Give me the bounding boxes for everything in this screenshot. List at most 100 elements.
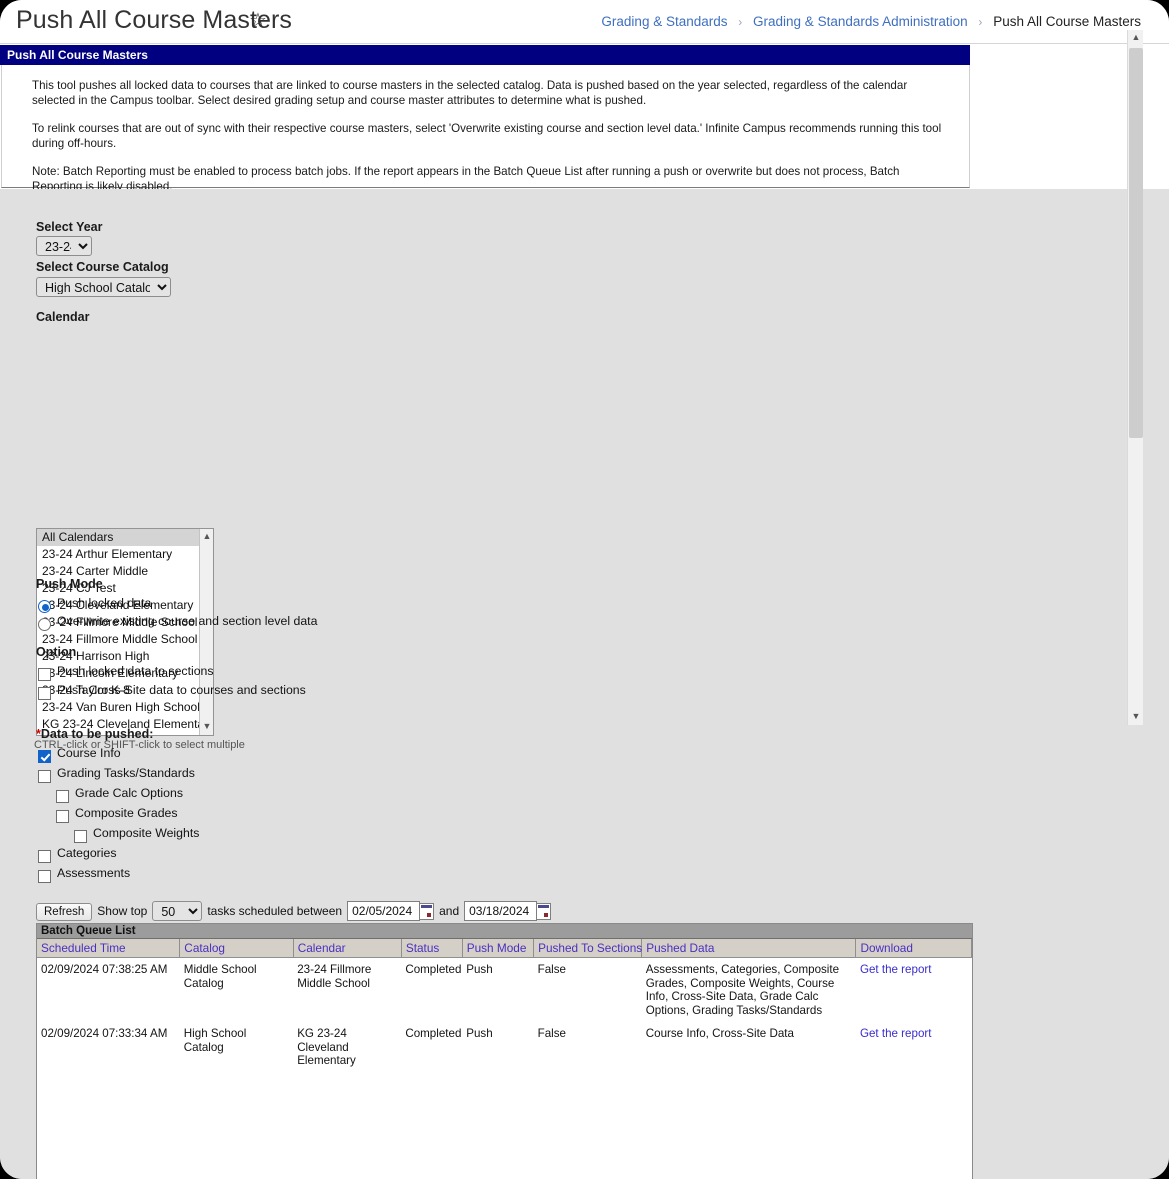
breadcrumb-separator-icon: ›	[738, 15, 743, 29]
chevron-down-icon[interactable]: ▼	[200, 720, 213, 734]
date-to-input[interactable]	[464, 901, 538, 922]
option-push-cross-site-data[interactable]: Push Cross-Site data to courses and sect…	[38, 683, 306, 701]
scrollbar-thumb[interactable]	[1129, 48, 1143, 438]
cell-pushed-to-sections: False	[537, 1027, 566, 1040]
get-the-report-link[interactable]: Get the report	[860, 963, 932, 976]
description-paragraph-2: To relink courses that are out of sync w…	[32, 122, 942, 150]
chevron-down-icon[interactable]: ▼	[1128, 709, 1144, 725]
checkbox-composite-weights[interactable]	[74, 830, 87, 844]
chevron-up-icon[interactable]: ▲	[1128, 30, 1144, 46]
batch-queue-column-header[interactable]: Pushed Data	[641, 939, 857, 958]
calendar-option[interactable]: 23-24 Arthur Elementary	[37, 546, 200, 563]
section-title-bar: Push All Course Masters	[0, 45, 970, 65]
tool-form-area: Select Year 23-24 Select Course Catalog …	[0, 189, 1169, 1179]
data-push-item-label: Categories	[57, 846, 117, 860]
batch-queue-list: Batch Queue List Scheduled Time Catalog Ca…	[36, 923, 973, 1179]
data-push-item-label: Assessments	[57, 866, 131, 880]
tool-description-panel: This tool pushes all locked data to cour…	[1, 65, 970, 193]
data-push-item[interactable]: Grading Tasks/Standards	[38, 766, 195, 784]
app-header: Push All Course Masters ☆ Grading & Stan…	[0, 0, 1169, 44]
batch-queue-column-header[interactable]: Status	[401, 939, 463, 958]
option-label-text: Push locked data to sections	[57, 664, 214, 678]
calendar-option[interactable]: 23-24 Van Buren High School	[37, 699, 200, 716]
calendar-icon[interactable]	[419, 902, 435, 920]
select-year-dropdown[interactable]: 23-24	[36, 236, 92, 256]
cell-download[interactable]: Get the report	[856, 958, 972, 1023]
push-mode-option-label: Overwrite existing course and section le…	[57, 614, 318, 628]
push-mode-option-label: Push locked data	[57, 596, 152, 610]
data-push-item[interactable]: Assessments	[38, 866, 131, 884]
cell-push-mode: Push	[466, 963, 493, 976]
star-icon[interactable]: ☆	[249, 11, 267, 31]
batch-queue-column-header[interactable]: Calendar	[293, 939, 402, 958]
cell-catalog: High School Catalog	[183, 1027, 247, 1054]
calendar-multiselect[interactable]: All Calendars 23-24 Arthur Elementary 23-2…	[36, 528, 214, 736]
push-mode-label: Push Mode	[36, 577, 103, 591]
cell-calendar: KG 23-24 Cleveland Elementary	[297, 1027, 356, 1067]
option-push-locked-data-to-sections[interactable]: Push locked data to sections	[38, 664, 214, 682]
chevron-up-icon[interactable]: ▲	[200, 530, 213, 544]
batch-queue-header-row: Scheduled Time Catalog Calendar Status Push …	[37, 939, 972, 958]
push-mode-option-push-locked-data[interactable]: Push locked data	[38, 596, 152, 614]
cell-calendar: 23-24 Fillmore Middle School	[297, 963, 372, 990]
batch-queue-column-header[interactable]: Scheduled Time	[37, 939, 181, 958]
show-top-label: Show top	[97, 904, 148, 919]
breadcrumb-item-grading-standards-administration[interactable]: Grading & Standards Administration	[753, 14, 968, 29]
checkbox-composite-grades[interactable]	[56, 810, 69, 824]
checkbox-grade-calc-options[interactable]	[56, 790, 69, 804]
cell-scheduled-time: 02/09/2024 07:38:25 AM	[41, 963, 168, 976]
data-push-item-label: Course Info	[57, 746, 121, 760]
data-push-item[interactable]: Composite Weights	[74, 826, 199, 844]
data-push-item-label: Grading Tasks/Standards	[57, 766, 195, 780]
cell-status: Completed	[405, 1027, 462, 1040]
breadcrumb-item-grading-standards[interactable]: Grading & Standards	[601, 14, 727, 29]
cell-download[interactable]: Get the report	[856, 1022, 972, 1073]
calendar-scrollbar[interactable]: ▲ ▼	[199, 529, 213, 735]
breadcrumb: Grading & Standards › Grading & Standard…	[601, 14, 1141, 29]
select-course-catalog-label: Select Course Catalog	[36, 260, 169, 274]
batch-queue-table: Scheduled Time Catalog Calendar Status Push …	[37, 939, 972, 1073]
radio-overwrite-existing[interactable]	[38, 618, 51, 632]
data-push-item[interactable]: Composite Grades	[56, 806, 178, 824]
get-the-report-link[interactable]: Get the report	[860, 1027, 932, 1040]
cell-catalog: Middle School Catalog	[183, 963, 257, 990]
batch-queue-column-header[interactable]: Push Mode	[462, 939, 535, 958]
radio-push-locked-data[interactable]	[38, 600, 51, 614]
data-push-item[interactable]: Categories	[38, 846, 117, 864]
checkbox-categories[interactable]	[38, 850, 51, 864]
checkbox-course-info[interactable]	[38, 750, 51, 764]
cell-status: Completed	[405, 963, 462, 976]
checkbox-push-locked-data-to-sections[interactable]	[38, 668, 51, 682]
data-push-item-label: Composite Grades	[75, 806, 178, 820]
data-push-item[interactable]: Course Info	[38, 746, 121, 764]
cell-pushed-data: Assessments, Categories, Composite Grade…	[645, 963, 840, 1017]
push-mode-option-overwrite[interactable]: Overwrite existing course and section le…	[38, 614, 318, 632]
breadcrumb-separator-icon: ›	[978, 15, 983, 29]
checkbox-grading-tasks-standards[interactable]	[38, 770, 51, 784]
show-top-dropdown[interactable]: 50	[152, 901, 203, 921]
refresh-button[interactable]: Refresh	[36, 903, 93, 922]
breadcrumb-item-current: Push All Course Masters	[993, 14, 1141, 29]
batch-queue-column-header[interactable]: Catalog	[179, 939, 294, 958]
calendar-icon[interactable]	[536, 902, 552, 920]
cell-push-mode: Push	[466, 1027, 493, 1040]
page-scrollbar[interactable]: ▲ ▼	[1127, 30, 1143, 725]
calendar-option[interactable]: All Calendars	[37, 529, 200, 546]
batch-queue-column-header[interactable]: Pushed To Sections	[533, 939, 643, 958]
calendar-label: Calendar	[36, 310, 90, 324]
data-to-be-pushed-label: *Data to be pushed:	[36, 727, 153, 741]
batch-queue-column-header[interactable]: Download	[855, 939, 972, 958]
table-row: 02/09/2024 07:38:25 AM Middle School Cata…	[37, 958, 972, 1023]
checkbox-assessments[interactable]	[38, 870, 51, 884]
table-row: 02/09/2024 07:33:34 AM High School Catalo…	[37, 1022, 972, 1073]
cell-pushed-data: Course Info, Cross-Site Data	[645, 1027, 794, 1040]
select-year-label: Select Year	[36, 220, 103, 234]
cell-scheduled-time: 02/09/2024 07:33:34 AM	[41, 1027, 168, 1040]
data-push-item[interactable]: Grade Calc Options	[56, 786, 183, 804]
cell-pushed-to-sections: False	[537, 963, 566, 976]
batch-queue-caption: Batch Queue List	[37, 924, 972, 939]
checkbox-push-cross-site-data[interactable]	[38, 687, 51, 701]
data-to-be-pushed-text: Data to be pushed:	[40, 727, 154, 741]
select-course-catalog-dropdown[interactable]: High School Catalog	[36, 277, 171, 297]
date-from-input[interactable]	[347, 901, 421, 922]
